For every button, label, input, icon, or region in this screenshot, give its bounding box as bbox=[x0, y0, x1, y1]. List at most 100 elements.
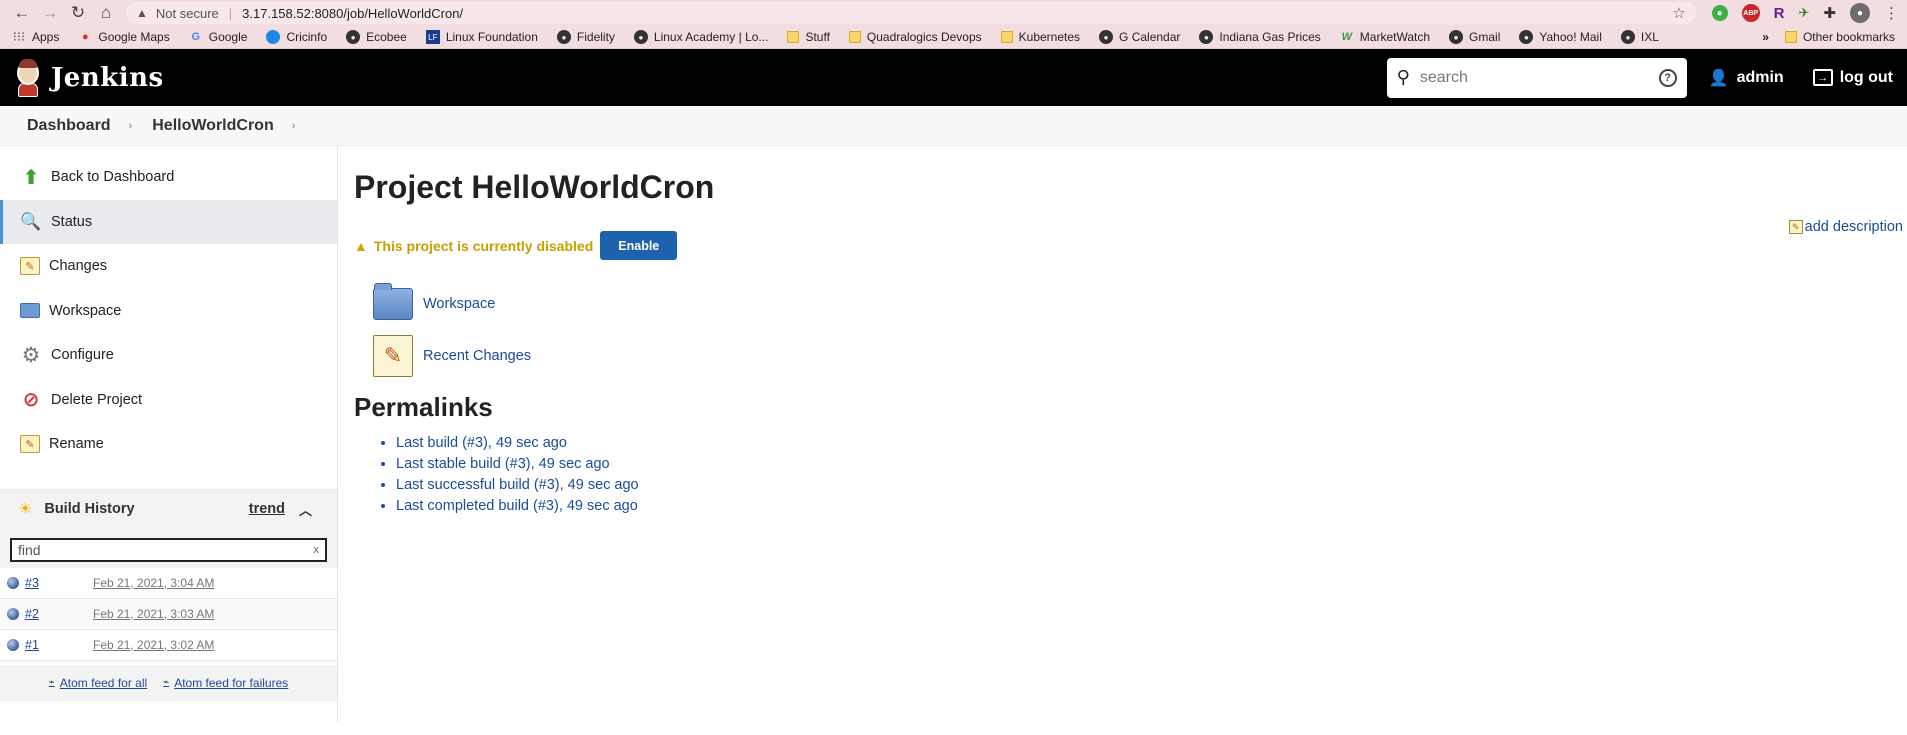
bird-extension-icon[interactable]: ✈ bbox=[1799, 5, 1810, 21]
build-status-ball-icon bbox=[7, 638, 19, 651]
blue-bookmark-icon bbox=[266, 30, 281, 44]
bookmark-item[interactable]: ● Gmail bbox=[1449, 30, 1500, 44]
bookmark-item[interactable]: ● Fidelity bbox=[556, 30, 615, 44]
reload-icon[interactable]: ↻ bbox=[64, 0, 92, 26]
bookmark-label: Ecobee bbox=[366, 30, 407, 44]
adblock-icon[interactable]: ABP bbox=[1741, 4, 1760, 22]
folder-bookmark-icon bbox=[848, 31, 861, 43]
build-status-ball-icon bbox=[7, 607, 19, 620]
notepad-icon: ✎ bbox=[20, 435, 40, 454]
gear-icon: ⚙ bbox=[21, 343, 41, 367]
green-extension-icon[interactable]: ● bbox=[1711, 5, 1728, 21]
bookmark-star-icon[interactable]: ☆ bbox=[1672, 4, 1685, 22]
permalink-item[interactable]: Last stable build (#3), 49 sec ago bbox=[396, 456, 1907, 477]
find-input[interactable] bbox=[18, 541, 314, 558]
add-description-link[interactable]: ✎ add description bbox=[1788, 219, 1903, 235]
bookmark-item[interactable]: W MarketWatch bbox=[1340, 30, 1430, 44]
recent-changes-link[interactable]: ✎ Recent Changes bbox=[373, 330, 1907, 382]
build-number-link[interactable]: #2 bbox=[25, 607, 85, 621]
url-text[interactable]: 3.17.158.52:8080/job/HelloWorldCron/ bbox=[242, 6, 1672, 21]
task-back-to-dashboard[interactable]: ⬆ Back to Dashboard bbox=[0, 155, 337, 200]
browser-menu-icon[interactable]: ⋮ bbox=[1884, 4, 1899, 22]
bookmark-label: Indiana Gas Prices bbox=[1219, 30, 1321, 44]
bookmarks-bar: ⁝⁝⁝ Apps ● Google Maps G Google Cricinfo ● Ecobe… bbox=[0, 26, 1907, 49]
breadcrumb-chevron-icon[interactable]: › bbox=[292, 120, 296, 132]
build-number-link[interactable]: #3 bbox=[25, 576, 85, 590]
bookmark-label: Fidelity bbox=[576, 30, 615, 44]
jenkins-butler-icon bbox=[14, 58, 42, 97]
bookmark-item[interactable]: ● Ecobee bbox=[346, 30, 407, 44]
breadcrumb-dashboard[interactable]: Dashboard bbox=[27, 117, 111, 135]
r-extension-icon[interactable]: R bbox=[1774, 5, 1785, 22]
build-date-link[interactable]: Feb 21, 2021, 3:03 AM bbox=[93, 607, 214, 621]
search-input[interactable] bbox=[1419, 68, 1659, 87]
bookmark-item[interactable]: Stuff bbox=[787, 30, 830, 44]
enable-button[interactable]: Enable bbox=[600, 231, 678, 260]
bookmark-item[interactable]: ● Indiana Gas Prices bbox=[1199, 30, 1321, 44]
globe-bookmark-icon: ● bbox=[1199, 30, 1214, 44]
help-icon[interactable]: ? bbox=[1658, 68, 1677, 87]
home-icon[interactable]: ⌂ bbox=[92, 0, 120, 26]
other-bookmarks[interactable]: Other bookmarks bbox=[1784, 30, 1895, 44]
trend-link[interactable]: trend bbox=[249, 501, 285, 517]
page-title: Project HelloWorldCron bbox=[354, 169, 715, 205]
mw-bookmark-icon: W bbox=[1341, 31, 1352, 43]
breadcrumb-job[interactable]: HelloWorldCron bbox=[152, 117, 273, 135]
atom-feed-failures-link[interactable]: ⌁ Atom feed for failures bbox=[163, 676, 288, 690]
atom-feed-all-link[interactable]: ⌁ Atom feed for all bbox=[49, 676, 147, 690]
task-delete-project[interactable]: ⊘ Delete Project bbox=[0, 378, 337, 423]
globe-bookmark-icon: ● bbox=[1519, 30, 1534, 44]
bookmark-item[interactable]: ● Google Maps bbox=[78, 30, 170, 44]
bookmark-item[interactable]: ● Yahoo! Mail bbox=[1519, 30, 1602, 44]
bookmark-item[interactable]: ⁝⁝⁝ Apps bbox=[12, 29, 60, 44]
task-rename[interactable]: ✎ Rename bbox=[0, 422, 337, 467]
bookmark-item[interactable]: ● Linux Academy | Lo... bbox=[633, 30, 768, 44]
forward-arrow-icon[interactable]: → bbox=[36, 0, 64, 26]
build-history-title: Build History bbox=[44, 501, 135, 517]
bookmark-item[interactable]: G Google bbox=[189, 30, 247, 44]
build-number-link[interactable]: #1 bbox=[25, 638, 85, 652]
task-label: Workspace bbox=[49, 302, 122, 319]
user-link[interactable]: 👤 admin bbox=[1709, 68, 1784, 88]
project-links: Workspace ✎ Recent Changes bbox=[354, 278, 1907, 382]
lf-bookmark-icon: LF bbox=[425, 30, 440, 44]
recent-changes-label: Recent Changes bbox=[423, 348, 532, 364]
clear-filter-icon[interactable]: x bbox=[314, 544, 320, 556]
bookmark-item[interactable]: ● IXL bbox=[1620, 30, 1659, 44]
permalink-item[interactable]: Last successful build (#3), 49 sec ago bbox=[396, 477, 1907, 498]
build-date-link[interactable]: Feb 21, 2021, 3:02 AM bbox=[93, 638, 214, 652]
jenkins-logo[interactable]: Jenkins bbox=[14, 58, 164, 97]
task-configure[interactable]: ⚙ Configure bbox=[0, 333, 337, 378]
bookmark-label: Google Maps bbox=[98, 30, 170, 44]
logout-link[interactable]: → log out bbox=[1812, 69, 1893, 87]
task-status[interactable]: 🔍 Status bbox=[0, 199, 337, 244]
bookmark-label: Yahoo! Mail bbox=[1539, 30, 1602, 44]
chevron-up-icon[interactable]: ︿ bbox=[299, 500, 312, 519]
extensions-puzzle-icon[interactable]: ✚ bbox=[1823, 4, 1836, 22]
bookmark-item[interactable]: LF Linux Foundation bbox=[425, 30, 538, 44]
bookmark-item[interactable]: ● G Calendar bbox=[1099, 30, 1180, 44]
permalink-item[interactable]: Last build (#3), 49 sec ago bbox=[396, 435, 1907, 456]
build-list: #3 Feb 21, 2021, 3:04 AM #2 Feb 21, 2021, 3… bbox=[0, 567, 337, 661]
workspace-link[interactable]: Workspace bbox=[373, 278, 1907, 330]
task-label: Configure bbox=[51, 347, 114, 364]
bookmark-label: G Calendar bbox=[1119, 30, 1181, 44]
bookmark-label: Kubernetes bbox=[1018, 30, 1081, 44]
build-date-link[interactable]: Feb 21, 2021, 3:04 AM bbox=[93, 576, 214, 590]
bookmark-label: Linux Foundation bbox=[445, 30, 538, 44]
profile-avatar-icon[interactable]: ● bbox=[1850, 3, 1870, 23]
logo-text: Jenkins bbox=[51, 62, 164, 93]
task-list: ⬆ Back to Dashboard 🔍 Status ✎ Changes Workspa… bbox=[0, 146, 337, 467]
folder-bookmark-icon bbox=[1000, 31, 1013, 43]
address-bar[interactable]: ▲ Not secure | 3.17.158.52:8080/job/Hell… bbox=[126, 2, 1696, 24]
bookmark-item[interactable]: Kubernetes bbox=[1000, 30, 1081, 44]
permalink-item[interactable]: Last completed build (#3), 49 sec ago bbox=[396, 498, 1907, 519]
permalinks-heading: Permalinks bbox=[354, 392, 493, 422]
bookmark-item[interactable]: Quadralogics Devops bbox=[848, 30, 982, 44]
breadcrumb-chevron-icon: › bbox=[128, 119, 133, 132]
back-arrow-icon[interactable]: ← bbox=[8, 0, 36, 26]
task-workspace[interactable]: Workspace bbox=[0, 289, 337, 334]
task-changes[interactable]: ✎ Changes bbox=[0, 244, 337, 289]
bookmarks-overflow-button[interactable]: » bbox=[1762, 30, 1769, 44]
bookmark-item[interactable]: Cricinfo bbox=[266, 30, 327, 44]
